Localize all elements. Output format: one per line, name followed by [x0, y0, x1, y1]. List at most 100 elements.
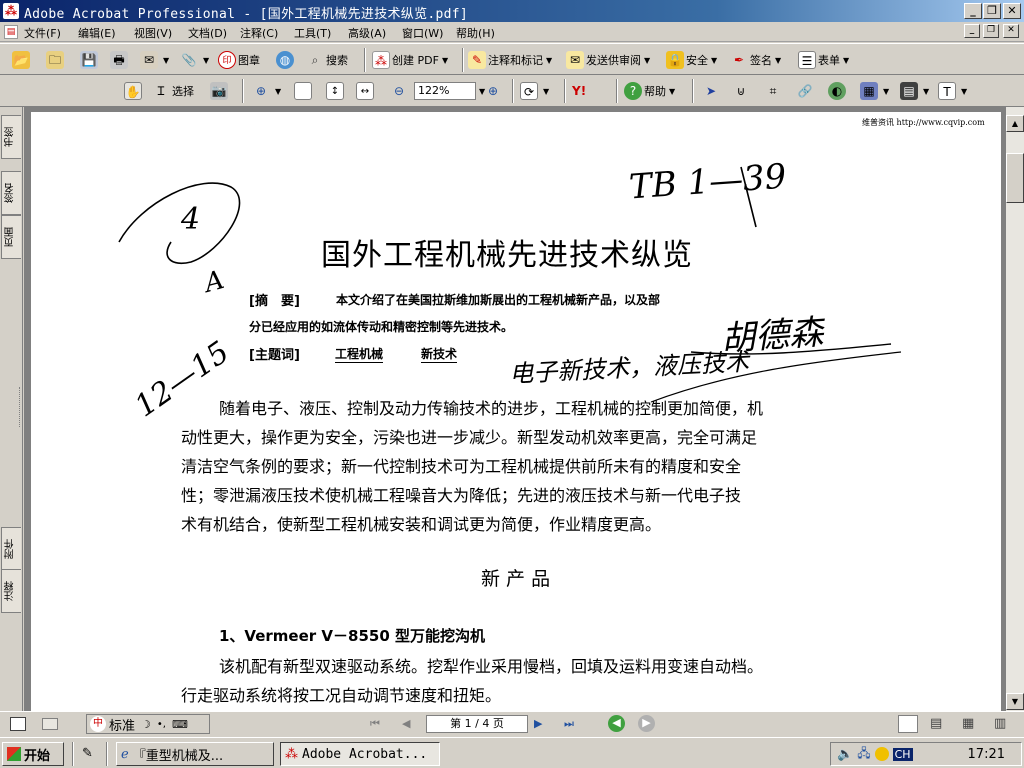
quicklaunch-icon[interactable]: ✎ — [82, 746, 93, 761]
ime-icon[interactable]: 中 — [90, 716, 106, 732]
task-button-1[interactable]: ℯ 『重型机械及... — [116, 742, 274, 766]
print-icon[interactable]: 🖶 — [110, 51, 128, 69]
media-icon[interactable]: ◐ — [828, 82, 846, 100]
chevron-down-icon: ▼ — [711, 55, 718, 65]
chevron-down-icon[interactable]: ▼ — [961, 87, 967, 96]
lock-icon: 🔒 — [666, 51, 684, 69]
zoom-in-plus-icon[interactable]: ⊕ — [484, 82, 502, 100]
fit-width-icon[interactable]: ↔ — [356, 82, 374, 100]
first-page-icon[interactable]: ⏮ — [370, 717, 380, 731]
document-icon[interactable]: ▤ — [4, 25, 18, 39]
organizer-icon[interactable]: 🗀 — [46, 51, 64, 69]
punctuation-icon[interactable]: •, — [157, 719, 166, 730]
send-review-button[interactable]: ✉ 发送供审阅 ▼ — [566, 50, 650, 70]
arrow-pointer-icon[interactable]: ➤ — [702, 82, 720, 100]
security-button[interactable]: 🔒 安全 ▼ — [666, 50, 717, 70]
rotate-icon[interactable]: ⟳ — [520, 82, 538, 100]
select-button[interactable]: Ɪ 选择 — [152, 81, 194, 101]
minimize-button[interactable]: _ — [964, 3, 982, 19]
tab-bookmarks[interactable]: 书签 — [1, 115, 21, 159]
snapshot-icon[interactable]: 📷 — [210, 82, 228, 100]
zoom-in-icon[interactable]: ⊕ — [252, 82, 270, 100]
chevron-down-icon[interactable]: ▼ — [275, 87, 281, 96]
menu-tools[interactable]: 工具(T) — [294, 25, 331, 41]
comment-markup-button[interactable]: ✎ 注释和标记 ▼ — [468, 50, 552, 70]
vertical-scrollbar[interactable]: ▲ ▼ — [1006, 107, 1024, 711]
chevron-down-icon[interactable]: ▼ — [923, 87, 929, 96]
task-button-2[interactable]: ⁂ Adobe Acrobat... — [280, 742, 440, 766]
movie-icon[interactable]: ▦ — [860, 82, 878, 100]
keyboard-icon[interactable]: ⌨ — [172, 718, 188, 731]
menu-document[interactable]: 文档(D) — [188, 25, 227, 41]
speaker-icon[interactable]: 🔈 — [837, 747, 853, 762]
yahoo-icon[interactable]: Y! — [572, 84, 586, 98]
attach-icon[interactable]: 📎 — [180, 51, 198, 69]
acrobat-icon[interactable]: ⁂ — [3, 3, 19, 19]
chevron-down-icon[interactable]: ▼ — [203, 56, 209, 65]
chevron-down-icon[interactable]: ▼ — [163, 56, 169, 65]
scroll-down-icon[interactable]: ▼ — [1006, 693, 1024, 710]
ime-tray-icon[interactable] — [874, 747, 889, 761]
continuous-facing-icon[interactable]: ▥ — [994, 716, 1006, 731]
globe-icon[interactable]: ◍ — [276, 51, 294, 69]
go-forward-icon[interactable]: ▶ — [638, 715, 655, 732]
tab-pages[interactable]: 页面 — [1, 215, 21, 259]
chevron-down-icon[interactable]: ▼ — [883, 87, 889, 96]
document-viewport[interactable]: 维普资讯 http://www.cqvip.com TB 1—39 4 A 12… — [24, 107, 1006, 711]
zoom-input[interactable]: 122% — [414, 82, 476, 100]
film-icon[interactable]: ▤ — [900, 82, 918, 100]
zoom-out-icon[interactable]: ⊖ — [390, 82, 408, 100]
open-icon[interactable]: 📂 — [12, 51, 30, 69]
panel-icon[interactable] — [42, 718, 58, 730]
facing-icon[interactable]: ▦ — [962, 716, 974, 731]
fit-page-icon[interactable]: ↕ — [326, 82, 344, 100]
monitor-icon[interactable] — [10, 717, 26, 731]
network-icon[interactable]: 🖧 — [857, 744, 870, 765]
menu-file[interactable]: 文件(F) — [24, 25, 61, 41]
stamp-button[interactable]: 印图章 — [218, 50, 260, 70]
single-page-icon[interactable] — [898, 715, 918, 733]
crop-icon[interactable]: ⌗ — [764, 82, 782, 100]
clock: 17:21 — [967, 746, 1005, 762]
menu-help[interactable]: 帮助(H) — [456, 25, 495, 41]
moon-icon[interactable]: ☽ — [141, 718, 151, 731]
actual-size-icon[interactable] — [294, 82, 312, 100]
splitter-handle[interactable] — [19, 387, 22, 427]
restore-button[interactable]: ❐ — [983, 3, 1001, 19]
doc-minimize-button[interactable]: _ — [964, 24, 980, 38]
continuous-icon[interactable]: ▤ — [930, 716, 942, 731]
scroll-thumb[interactable] — [1006, 153, 1024, 203]
doc-restore-button[interactable]: ❐ — [983, 24, 999, 38]
page-indicator[interactable]: 第 1 / 4 页 — [426, 715, 528, 733]
forms-button[interactable]: ☰ 表单 ▼ — [798, 50, 849, 70]
menu-edit[interactable]: 编辑(E) — [78, 25, 116, 41]
help-button[interactable]: ? 帮助 ▼ — [624, 81, 675, 101]
save-icon[interactable]: 💾 — [80, 51, 98, 69]
article-icon[interactable]: ⊍ — [732, 82, 750, 100]
scroll-up-icon[interactable]: ▲ — [1006, 115, 1024, 132]
last-page-icon[interactable]: ⏭ — [564, 717, 574, 731]
search-button[interactable]: ⌕ 搜索 — [306, 50, 348, 70]
link-icon[interactable]: 🔗 — [796, 82, 814, 100]
tab-comments[interactable]: 注释 — [1, 569, 21, 613]
create-pdf-button[interactable]: ⁂ 创建 PDF ▼ — [372, 50, 448, 70]
language-indicator[interactable]: CH — [892, 747, 913, 761]
next-page-icon[interactable]: ▶ — [534, 717, 542, 730]
ime-label[interactable]: 标准 — [109, 715, 135, 734]
email-icon[interactable]: ✉ — [140, 51, 158, 69]
previous-page-icon[interactable]: ◀ — [402, 717, 410, 730]
start-button[interactable]: 开始 — [2, 742, 64, 766]
go-back-icon[interactable]: ◀ — [608, 715, 625, 732]
menu-advanced[interactable]: 高级(A) — [348, 25, 386, 41]
tab-attachments[interactable]: 附件 — [1, 527, 21, 571]
menu-view[interactable]: 视图(V) — [134, 25, 172, 41]
chevron-down-icon[interactable]: ▼ — [543, 87, 549, 96]
menu-window[interactable]: 窗口(W) — [402, 25, 443, 41]
menu-comments[interactable]: 注释(C) — [240, 25, 278, 41]
close-button[interactable]: ✕ — [1003, 3, 1021, 19]
doc-close-button[interactable]: ✕ — [1003, 24, 1019, 38]
tab-signatures[interactable]: 签名 — [1, 171, 21, 215]
hand-tool-icon[interactable]: ✋ — [124, 82, 142, 100]
touchup-text-icon[interactable]: T — [938, 82, 956, 100]
sign-button[interactable]: ✒ 签名 ▼ — [730, 50, 781, 70]
